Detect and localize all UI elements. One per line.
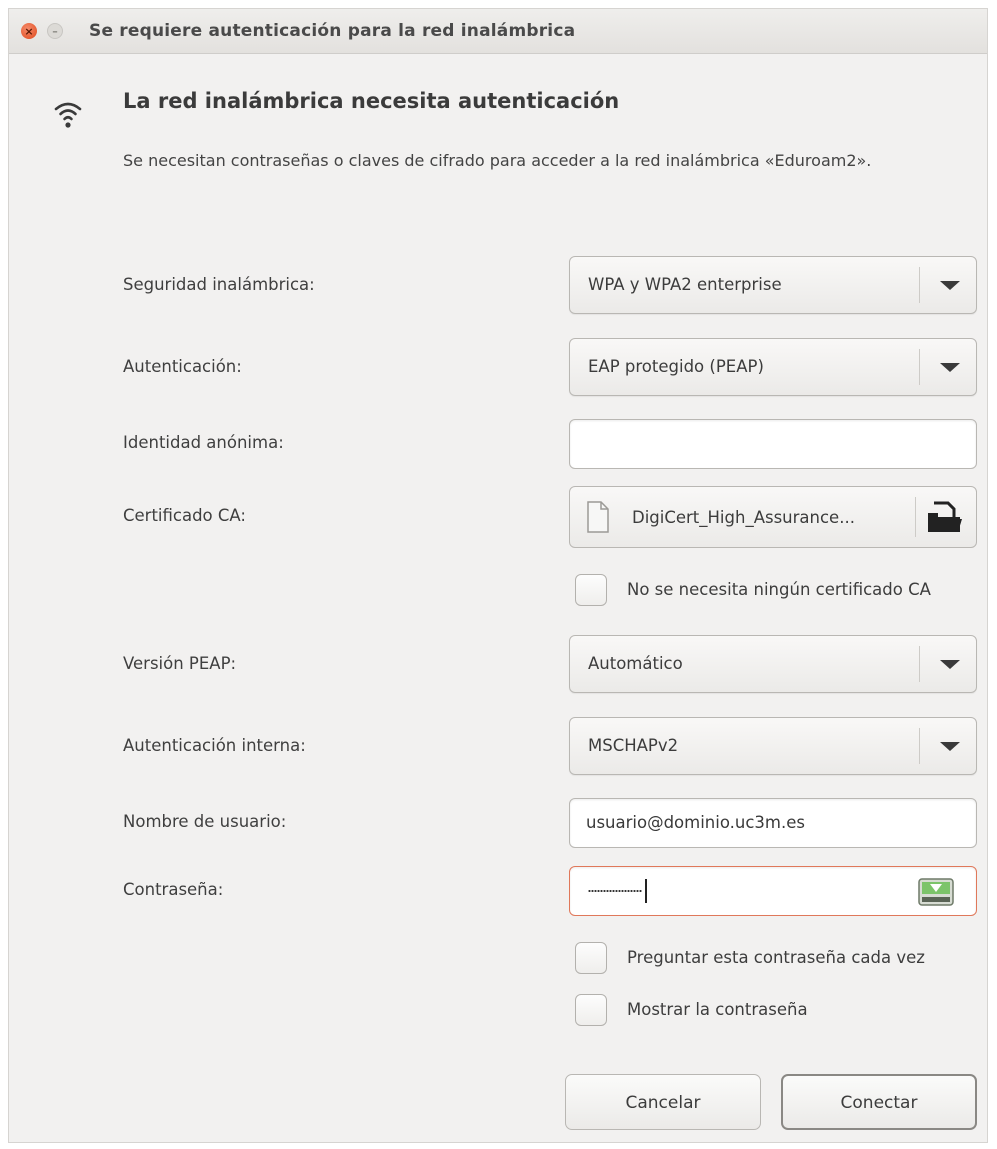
combo-separator (919, 646, 920, 682)
ca-certificate-label: Certificado CA: (123, 506, 246, 525)
no-ca-checkbox[interactable] (575, 574, 607, 606)
ask-every-time-checkbox[interactable] (575, 942, 607, 974)
chooser-separator (915, 497, 916, 537)
connect-button[interactable]: Conectar (781, 1074, 977, 1130)
authentication-value: EAP protegido (PEAP) (588, 357, 764, 376)
cancel-button[interactable]: Cancelar (565, 1074, 761, 1130)
password-mask (588, 890, 642, 892)
security-value: WPA y WPA2 enterprise (588, 275, 782, 294)
peap-version-label: Versión PEAP: (123, 654, 237, 673)
text-cursor (645, 879, 647, 903)
no-ca-label: No se necesita ningún certificado CA (627, 580, 931, 599)
inner-auth-combo[interactable]: MSCHAPv2 (569, 717, 977, 775)
peap-version-combo[interactable]: Automático (569, 635, 977, 693)
chevron-down-icon (940, 660, 960, 669)
dialog-window: × – Se requiere autenticación para la re… (8, 8, 988, 1143)
password-store-icon[interactable] (918, 878, 954, 906)
password-input[interactable] (569, 866, 977, 916)
password-label: Contraseña: (123, 880, 224, 899)
combo-separator (919, 728, 920, 764)
combo-separator (919, 349, 920, 385)
open-file-icon[interactable] (926, 499, 964, 535)
dialog-description: Se necesitan contraseñas o claves de cif… (123, 151, 872, 170)
authentication-label: Autenticación: (123, 357, 242, 376)
authentication-combo[interactable]: EAP protegido (PEAP) (569, 338, 977, 396)
username-value: usuario@dominio.uc3m.es (586, 813, 805, 832)
dialog-heading: La red inalámbrica necesita autenticació… (123, 89, 620, 113)
chevron-down-icon (940, 281, 960, 290)
security-label: Seguridad inalámbrica: (123, 275, 315, 294)
show-password-checkbox[interactable] (575, 994, 607, 1026)
show-password-label: Mostrar la contraseña (627, 1000, 808, 1019)
chevron-down-icon (940, 742, 960, 751)
minimize-icon[interactable]: – (47, 23, 63, 39)
chevron-down-icon (940, 363, 960, 372)
ca-certificate-value: DigiCert_High_Assurance... (632, 508, 855, 527)
wifi-icon (54, 102, 82, 128)
username-input[interactable]: usuario@dominio.uc3m.es (569, 798, 977, 848)
window-title: Se requiere autenticación para la red in… (89, 21, 576, 41)
inner-auth-value: MSCHAPv2 (588, 736, 679, 755)
anonymous-identity-label: Identidad anónima: (123, 433, 284, 452)
combo-separator (919, 267, 920, 303)
anonymous-identity-input[interactable] (569, 419, 977, 469)
username-label: Nombre de usuario: (123, 812, 287, 831)
security-combo[interactable]: WPA y WPA2 enterprise (569, 256, 977, 314)
file-icon (587, 501, 609, 533)
ask-every-time-label: Preguntar esta contraseña cada vez (627, 948, 925, 967)
peap-version-value: Automático (588, 654, 683, 673)
ca-certificate-chooser[interactable]: DigiCert_High_Assurance... (569, 486, 977, 548)
close-icon[interactable]: × (21, 23, 37, 39)
titlebar: × – Se requiere autenticación para la re… (9, 9, 987, 54)
inner-auth-label: Autenticación interna: (123, 736, 306, 755)
